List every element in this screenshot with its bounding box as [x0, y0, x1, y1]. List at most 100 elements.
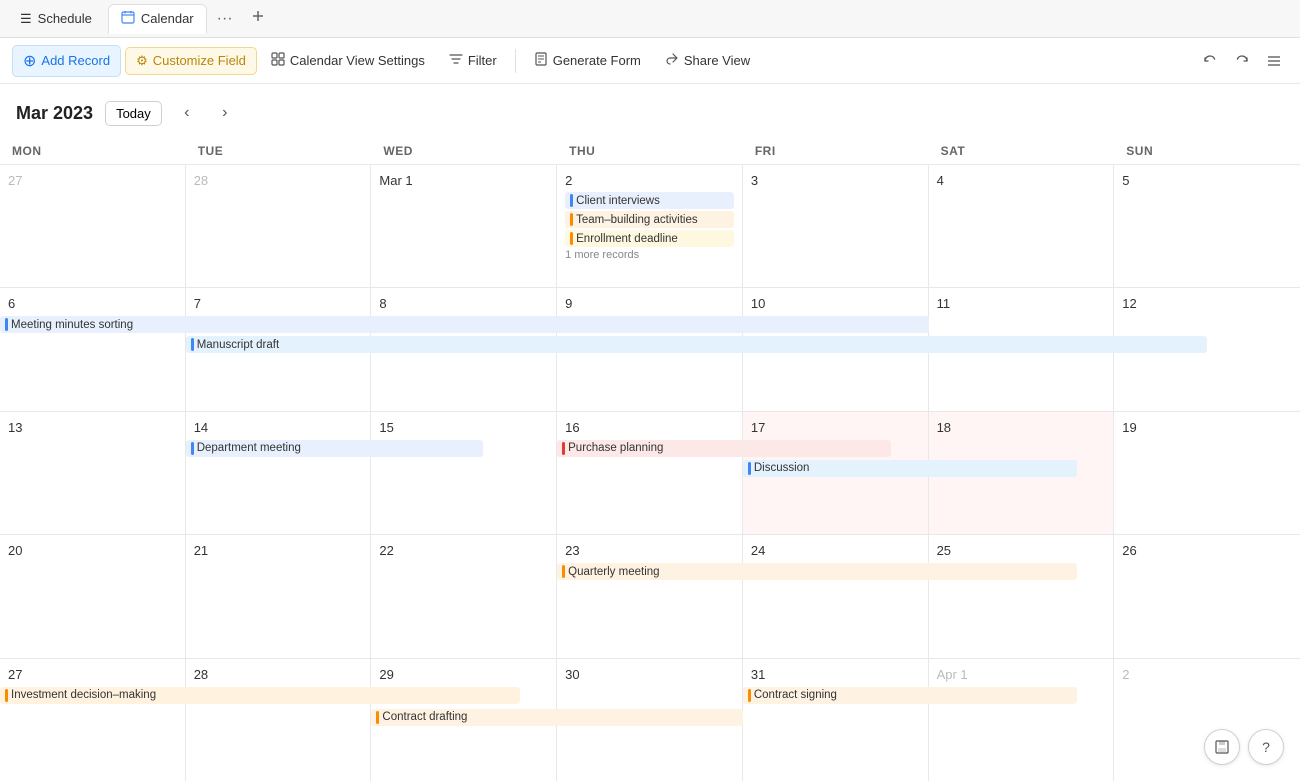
add-record-button[interactable]: ⊕ Add Record [12, 45, 121, 77]
calendar-week-1: 27 28 Mar 1 2 Client interviews Team–bui… [0, 165, 1300, 288]
event-contract-signing[interactable]: Contract signing [743, 687, 1077, 704]
day-mar16[interactable]: 16 [557, 412, 743, 534]
event-contract-drafting[interactable]: Contract drafting [371, 709, 742, 726]
event-quarterly-meeting[interactable]: Quarterly meeting [557, 563, 1077, 580]
day-mar26[interactable]: 26 [1114, 535, 1300, 657]
calendar-nav-header: Mar 2023 Today ‹ › [0, 84, 1300, 138]
event-investment-decision[interactable]: Investment decision–making [0, 687, 520, 704]
day-num: 21 [194, 543, 363, 558]
share-view-button[interactable]: Share View [655, 47, 760, 74]
day-mar20[interactable]: 20 [0, 535, 186, 657]
day-num: Apr 1 [937, 667, 1106, 682]
today-button[interactable]: Today [105, 101, 162, 126]
day-mar14[interactable]: 14 [186, 412, 372, 534]
prev-month-button[interactable]: ‹ [174, 100, 200, 126]
event-manuscript-draft[interactable]: Manuscript draft [186, 336, 1207, 353]
day-feb28[interactable]: 28 [186, 165, 372, 287]
day-mar5[interactable]: 5 [1114, 165, 1300, 287]
calendar-icon [121, 10, 135, 27]
calendar-settings-icon [271, 52, 285, 69]
day-num: 13 [8, 420, 177, 435]
event-dot [562, 565, 565, 578]
tab-calendar[interactable]: Calendar [108, 4, 207, 34]
header-sun: Sun [1114, 138, 1300, 164]
day-mar4[interactable]: 4 [929, 165, 1115, 287]
calendar-week-4: 20 21 22 23 24 25 26 Quarterly meeting [0, 535, 1300, 658]
day-num: 27 [8, 173, 177, 188]
day-mar1[interactable]: Mar 1 [371, 165, 557, 287]
day-mar31[interactable]: 31 [743, 659, 929, 781]
tab-schedule-label: Schedule [38, 11, 92, 26]
event-enrollment-deadline[interactable]: Enrollment deadline [565, 230, 734, 247]
day-mar24[interactable]: 24 [743, 535, 929, 657]
event-discussion[interactable]: Discussion [743, 460, 1077, 477]
day-num: 2 [565, 173, 734, 188]
event-dot [570, 213, 573, 226]
day-mar25[interactable]: 25 [929, 535, 1115, 657]
event-dot [5, 689, 8, 702]
calendar-week-3: 13 14 15 16 17 18 19 Department meeting … [0, 412, 1300, 535]
event-client-interviews[interactable]: Client interviews [565, 192, 734, 209]
tab-schedule[interactable]: ☰ Schedule [8, 4, 104, 34]
day-mar2[interactable]: 2 Client interviews Team–building activi… [557, 165, 743, 287]
day-num: 6 [8, 296, 177, 311]
event-purchase-planning[interactable]: Purchase planning [557, 440, 891, 457]
undo-button[interactable] [1196, 47, 1224, 75]
day-num: 14 [194, 420, 363, 435]
day-num: 8 [379, 296, 548, 311]
filter-button[interactable]: Filter [439, 47, 507, 74]
header-thu: Thu [557, 138, 743, 164]
day-mar21[interactable]: 21 [186, 535, 372, 657]
day-num: 3 [751, 173, 920, 188]
day-num: 10 [751, 296, 920, 311]
event-meeting-minutes[interactable]: Meeting minutes sorting [0, 316, 929, 333]
day-num: 29 [379, 667, 548, 682]
save-button[interactable] [1204, 729, 1240, 765]
day-mar27[interactable]: 27 [0, 659, 186, 781]
calendar-week-2: 6 7 8 9 10 11 12 Meeting minutes sorting… [0, 288, 1300, 411]
day-mar23[interactable]: 23 [557, 535, 743, 657]
day-num: 4 [937, 173, 1106, 188]
calendar-week-5: 27 28 29 30 31 Apr 1 2 Investment decisi… [0, 659, 1300, 781]
day-num: 28 [194, 173, 363, 188]
tab-add-btn[interactable] [243, 5, 273, 32]
event-department-meeting[interactable]: Department meeting [186, 440, 483, 457]
day-num: 23 [565, 543, 734, 558]
customize-field-button[interactable]: ⚙ Customize Field [125, 47, 257, 75]
tab-more-btn[interactable]: ··· [211, 6, 239, 32]
calendar-view-settings-button[interactable]: Calendar View Settings [261, 47, 435, 74]
toolbar-right [1196, 47, 1288, 75]
day-mar22[interactable]: 22 [371, 535, 557, 657]
day-mar3[interactable]: 3 [743, 165, 929, 287]
event-dot [5, 318, 8, 331]
day-num: 9 [565, 296, 734, 311]
day-mar28[interactable]: 28 [186, 659, 372, 781]
day-num: 17 [751, 420, 920, 435]
day-num: 28 [194, 667, 363, 682]
menu-button[interactable] [1260, 47, 1288, 75]
day-mar6[interactable]: 6 [0, 288, 186, 410]
event-team-building[interactable]: Team–building activities [565, 211, 734, 228]
header-mon: Mon [0, 138, 186, 164]
day-num: 2 [1122, 667, 1292, 682]
generate-form-button[interactable]: Generate Form [524, 47, 651, 74]
day-mar19[interactable]: 19 [1114, 412, 1300, 534]
event-dot [570, 232, 573, 245]
header-sat: Sat [929, 138, 1115, 164]
generate-form-icon [534, 52, 548, 69]
day-mar13[interactable]: 13 [0, 412, 186, 534]
event-dot [562, 442, 565, 455]
header-fri: Fri [743, 138, 929, 164]
more-records[interactable]: 1 more records [565, 249, 734, 261]
help-button[interactable]: ? [1248, 729, 1284, 765]
toolbar: ⊕ Add Record ⚙ Customize Field Calendar … [0, 38, 1300, 84]
day-mar15[interactable]: 15 [371, 412, 557, 534]
redo-button[interactable] [1228, 47, 1256, 75]
day-num: 25 [937, 543, 1106, 558]
day-apr1[interactable]: Apr 1 [929, 659, 1115, 781]
filter-icon [449, 52, 463, 69]
day-feb27[interactable]: 27 [0, 165, 186, 287]
tab-bar: ☰ Schedule Calendar ··· [0, 0, 1300, 38]
next-month-button[interactable]: › [212, 100, 238, 126]
event-dot [191, 442, 194, 455]
